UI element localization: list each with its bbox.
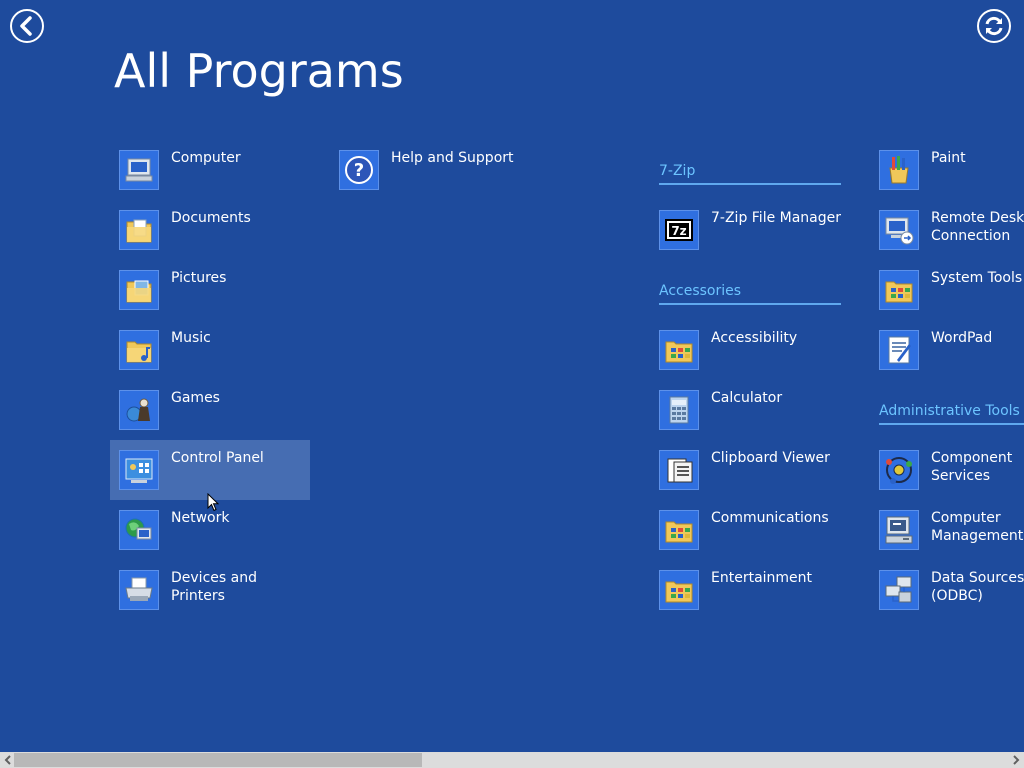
calculator-icon [659,390,699,430]
wordpad-icon [879,330,919,370]
tile-accessibility[interactable]: Accessibility [650,320,850,380]
refresh-button[interactable] [977,9,1011,43]
tile-label: Games [171,390,220,406]
tile-label: Communications [711,510,829,526]
control-panel-icon [119,450,159,490]
tile-label: Calculator [711,390,783,406]
tile-label: Documents [171,210,251,226]
tile-label: WordPad [931,330,993,346]
refresh-icon [985,16,1003,36]
scrollbar-thumb[interactable] [14,753,422,767]
tile-label: Computer [171,150,241,166]
tile-clipboard-viewer[interactable]: Clipboard Viewer [650,440,850,500]
tile-label: Paint [931,150,966,166]
tile-devices-printers[interactable]: Devices and Printers [110,560,310,620]
tile-computer[interactable]: Computer [110,140,310,200]
network-icon [119,510,159,550]
scroll-left-button[interactable] [1,752,15,768]
tile-label: Computer Management [931,510,1024,544]
help-icon: ? [339,150,379,190]
tile-documents[interactable]: Documents [110,200,310,260]
tile-games[interactable]: Games [110,380,310,440]
folder-icon [659,330,699,370]
tile-label: 7-Zip File Manager [711,210,842,226]
tile-entertainment[interactable]: Entertainment [650,560,850,620]
svg-text:?: ? [354,160,364,181]
paint-icon [879,150,919,190]
tile-label: Network [171,510,230,526]
all-programs-screen: All Programs Computer Documents Pictures… [0,0,1024,768]
component-services-icon [879,450,919,490]
clipboard-icon [659,450,699,490]
back-arrow-icon [20,16,32,36]
horizontal-scrollbar[interactable] [0,752,1024,768]
mouse-cursor-icon [207,493,220,512]
computer-icon [119,150,159,190]
tile-label: System Tools [931,270,1023,286]
tile-label: Help and Support [391,150,514,166]
tile-remote-desktop[interactable]: Remote Deskt Connection [870,200,1024,260]
tile-label: Component Services [931,450,1013,484]
folder-icon [659,570,699,610]
tile-label: Clipboard Viewer [711,450,830,466]
svg-text:7z: 7z [671,224,686,238]
tile-pictures[interactable]: Pictures [110,260,310,320]
tile-computer-management[interactable]: Computer Management [870,500,1024,560]
remote-desktop-icon [879,210,919,250]
group-header-7zip: 7-Zip [659,161,841,185]
tile-music[interactable]: Music [110,320,310,380]
data-sources-icon [879,570,919,610]
music-folder-icon [119,330,159,370]
7zip-icon: 7z [659,210,699,250]
group-header-admin-tools: Administrative Tools [879,401,1024,425]
group-header-accessories: Accessories [659,281,841,305]
tile-label: Control Panel [171,450,264,466]
tile-label: Accessibility [711,330,798,346]
tile-wordpad[interactable]: WordPad [870,320,1024,380]
tile-communications[interactable]: Communications [650,500,850,560]
documents-folder-icon [119,210,159,250]
tile-label: Devices and Printers [171,570,257,604]
tile-help-support[interactable]: ? Help and Support [330,140,530,200]
tile-control-panel[interactable]: Control Panel [110,440,310,500]
computer-management-icon [879,510,919,550]
pictures-folder-icon [119,270,159,310]
tile-data-sources[interactable]: Data Sources (ODBC) [870,560,1024,620]
games-icon [119,390,159,430]
tile-label: Remote Deskt Connection [931,210,1024,244]
folder-icon [879,270,919,310]
scroll-right-button[interactable] [1009,752,1023,768]
tile-component-services[interactable]: Component Services [870,440,1024,500]
scroll-right-icon [1013,755,1020,765]
folder-icon [659,510,699,550]
page-title: All Programs [114,44,404,98]
back-button[interactable] [10,9,44,43]
tile-7zip-file-manager[interactable]: 7z 7-Zip File Manager [650,200,850,260]
tile-label: Data Sources (ODBC) [931,570,1024,604]
printer-icon [119,570,159,610]
tile-calculator[interactable]: Calculator [650,380,850,440]
scroll-left-icon [4,755,11,765]
tile-paint[interactable]: Paint [870,140,1024,200]
tile-system-tools[interactable]: System Tools [870,260,1024,320]
tile-label: Music [171,330,211,346]
tile-label: Pictures [171,270,227,286]
tile-label: Entertainment [711,570,813,586]
